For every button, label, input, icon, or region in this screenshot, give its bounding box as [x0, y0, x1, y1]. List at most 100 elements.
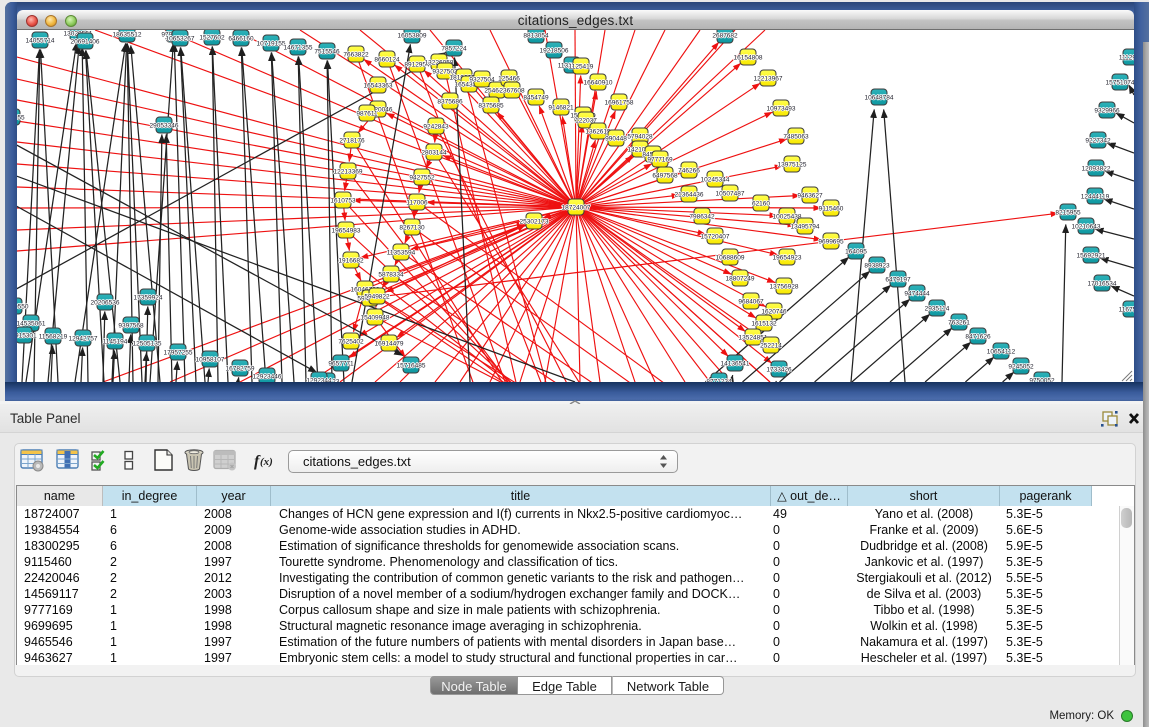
- svg-text:7857224: 7857224: [441, 46, 467, 53]
- svg-text:1362615: 1362615: [585, 129, 611, 136]
- svg-text:1145194: 1145194: [103, 339, 128, 346]
- svg-text:10245344: 10245344: [701, 177, 730, 184]
- svg-text:17016534: 17016534: [1088, 281, 1117, 288]
- svg-text:12942757: 12942757: [69, 336, 98, 343]
- svg-text:26160550: 26160550: [17, 304, 29, 311]
- svg-text:746266: 746266: [678, 168, 700, 175]
- svg-text:6466160: 6466160: [228, 36, 254, 43]
- svg-text:1733426: 1733426: [766, 367, 792, 374]
- svg-text:5949822: 5949822: [364, 294, 390, 301]
- svg-text:7515546: 7515546: [314, 49, 340, 56]
- svg-text:2687682: 2687682: [712, 33, 738, 40]
- svg-text:10958107: 10958107: [196, 357, 225, 364]
- svg-text:13975125: 13975125: [778, 162, 807, 169]
- svg-text:16640910: 16640910: [584, 80, 613, 87]
- svg-text:8215955: 8215955: [1055, 210, 1081, 217]
- svg-text:16543363: 16543363: [364, 83, 393, 90]
- svg-text:(x): (x): [260, 456, 273, 468]
- svg-text:8454749: 8454749: [523, 95, 549, 102]
- svg-text:9397568: 9397568: [118, 323, 144, 330]
- svg-text:2935114: 2935114: [925, 306, 950, 313]
- svg-text:125466: 125466: [498, 76, 520, 83]
- svg-text:9750052: 9750052: [1029, 378, 1055, 383]
- svg-text:9427552: 9427552: [409, 175, 435, 182]
- svg-text:763261: 763261: [948, 320, 970, 327]
- svg-text:7663822: 7663822: [343, 52, 369, 59]
- svg-text:19654923: 19654923: [773, 255, 802, 262]
- svg-text:15716485: 15716485: [397, 363, 426, 370]
- svg-text:14671355: 14671355: [284, 45, 313, 52]
- svg-text:990448: 990448: [605, 136, 627, 143]
- svg-text:10210643: 10210643: [1072, 224, 1101, 231]
- svg-text:8938923: 8938923: [864, 263, 890, 270]
- svg-text:29053346: 29053346: [150, 123, 179, 130]
- svg-text:16154808: 16154808: [734, 55, 763, 62]
- svg-text:2803144: 2803144: [421, 150, 447, 157]
- svg-text:14055714: 14055714: [26, 38, 55, 45]
- svg-text:18635512: 18635512: [113, 32, 142, 39]
- svg-text:12505135: 12505135: [133, 341, 162, 348]
- svg-text:9777169: 9777169: [647, 157, 673, 164]
- svg-text:9227342: 9227342: [1085, 138, 1111, 145]
- svg-text:9146821: 9146821: [548, 105, 574, 112]
- svg-text:13756928: 13756928: [770, 284, 799, 291]
- svg-text:10507487: 10507487: [716, 191, 745, 198]
- svg-text:17957255: 17957255: [164, 350, 193, 357]
- svg-text:8660124: 8660124: [374, 57, 400, 64]
- svg-text:16053809: 16053809: [398, 33, 427, 40]
- svg-text:10973493: 10973493: [767, 106, 796, 113]
- svg-text:10653267: 10653267: [166, 36, 195, 43]
- svg-text:19218506: 19218506: [540, 48, 569, 55]
- svg-text:10648784: 10648784: [865, 95, 894, 102]
- svg-text:20691406: 20691406: [71, 39, 100, 46]
- svg-text:11568219: 11568219: [39, 334, 68, 341]
- svg-text:10654112: 10654112: [987, 349, 1016, 356]
- svg-text:16961758: 16961758: [605, 100, 634, 107]
- svg-text:8471626: 8471626: [965, 334, 991, 341]
- svg-text:987611: 987611: [356, 111, 378, 118]
- svg-text:1167533: 1167533: [1119, 307, 1134, 314]
- svg-text:252214: 252214: [760, 343, 782, 350]
- svg-text:1112944: 1112944: [1119, 55, 1134, 62]
- svg-text:7485063: 7485063: [783, 134, 809, 141]
- svg-text:2367608: 2367608: [499, 88, 525, 95]
- svg-text:13495794: 13495794: [791, 224, 820, 231]
- svg-text:9684067: 9684067: [738, 299, 764, 306]
- svg-text:17359924: 17359924: [134, 295, 163, 302]
- svg-text:1292344: 1292344: [306, 378, 332, 383]
- svg-text:2718176: 2718176: [339, 138, 365, 145]
- svg-text:12213967: 12213967: [754, 76, 783, 83]
- svg-text:6497568: 6497568: [652, 173, 678, 180]
- svg-text:15692921: 15692921: [1077, 253, 1106, 260]
- svg-text:18807249: 18807249: [726, 276, 755, 283]
- svg-text:1125419: 1125419: [569, 64, 594, 71]
- svg-text:9474444: 9474444: [904, 291, 930, 298]
- svg-text:1527602: 1527602: [199, 35, 225, 42]
- svg-text:8375685: 8375685: [478, 103, 504, 110]
- svg-text:9657771: 9657771: [328, 361, 354, 368]
- svg-text:12444119: 12444119: [1081, 194, 1110, 201]
- svg-text:15409948: 15409948: [361, 315, 390, 322]
- svg-text:164095: 164095: [845, 249, 867, 256]
- svg-text:8375686: 8375686: [437, 99, 463, 106]
- svg-text:62160: 62160: [752, 201, 770, 208]
- svg-text:14535061: 14535061: [17, 321, 46, 328]
- svg-text:7986342: 7986342: [689, 214, 715, 221]
- svg-text:19654983: 19654983: [332, 228, 361, 235]
- svg-text:20206536: 20206536: [91, 300, 120, 307]
- svg-text:6479197: 6479197: [885, 277, 911, 284]
- svg-text:9115460: 9115460: [819, 206, 844, 213]
- svg-text:15751074: 15751074: [1106, 80, 1134, 87]
- svg-text:2616055: 2616055: [17, 115, 25, 122]
- svg-text:1916682: 1916682: [338, 258, 364, 265]
- svg-text:8267130: 8267130: [399, 225, 425, 232]
- svg-text:1615132: 1615132: [751, 321, 777, 328]
- svg-text:7625402: 7625402: [338, 339, 364, 346]
- svg-text:16914479: 16914479: [375, 341, 404, 348]
- svg-text:9245052: 9245052: [1008, 364, 1034, 371]
- svg-text:9699695: 9699695: [818, 239, 844, 246]
- svg-text:25302173: 25302173: [520, 219, 549, 226]
- svg-text:9329966: 9329966: [1094, 108, 1120, 115]
- svg-text:15720407: 15720407: [701, 234, 730, 241]
- svg-text:1610753: 1610753: [330, 198, 356, 205]
